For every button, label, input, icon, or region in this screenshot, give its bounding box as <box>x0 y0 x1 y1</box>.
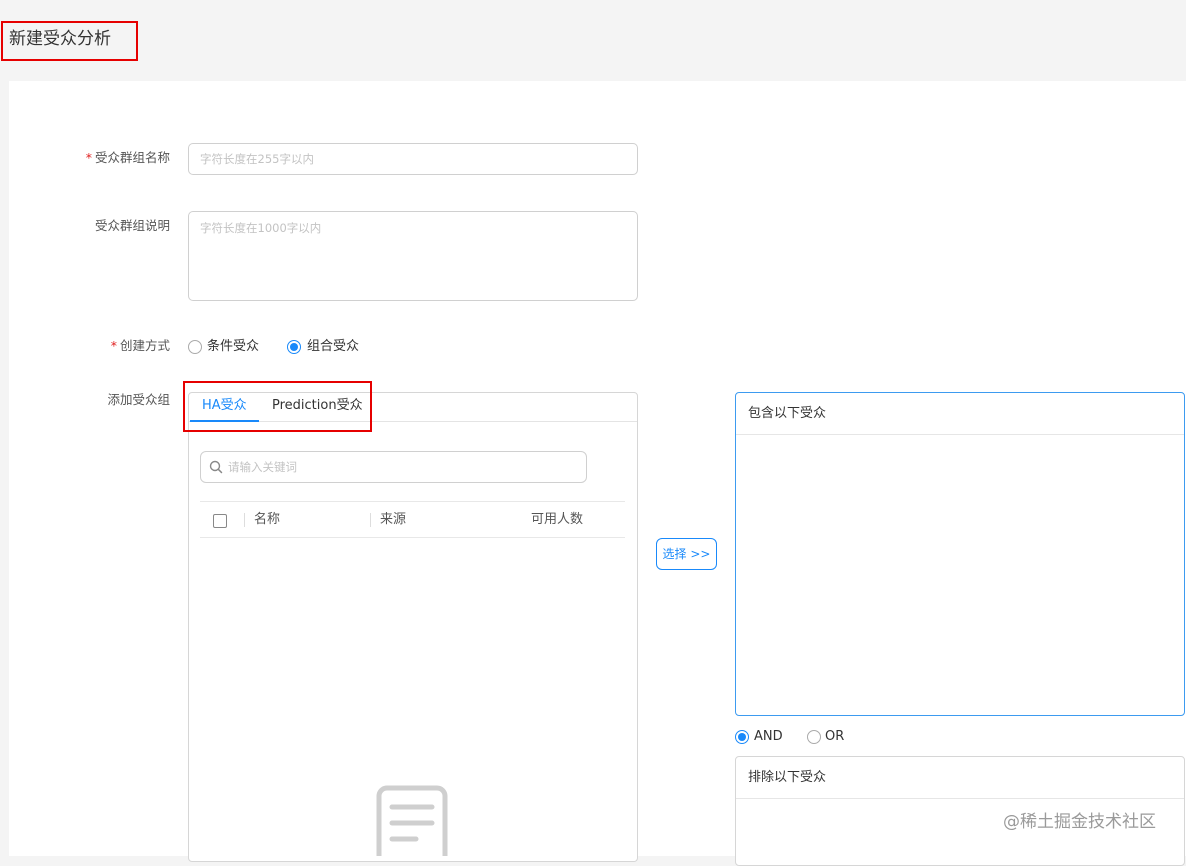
include-box-divider <box>736 434 1184 435</box>
search-input[interactable]: 请输入关键词 <box>200 451 587 483</box>
required-mark: * <box>85 150 92 165</box>
name-placeholder: 字符长度在255字以内 <box>200 152 314 166</box>
name-label: * 受众群组名称 <box>85 150 170 165</box>
method-combination-label[interactable]: 组合受众 <box>307 339 359 355</box>
column-header-available-count[interactable]: 可用人数 <box>531 512 583 528</box>
name-input[interactable]: 字符长度在255字以内 <box>188 143 638 175</box>
exclude-box-title: 排除以下受众 <box>748 770 827 785</box>
page-title: 新建受众分析 <box>9 29 111 49</box>
table-header-border <box>200 537 625 538</box>
description-label: 受众群组说明 <box>94 218 170 233</box>
table-top-border <box>200 501 625 502</box>
description-textarea[interactable]: 字符长度在1000字以内 <box>188 211 638 301</box>
method-radio-condition[interactable] <box>188 340 202 354</box>
select-all-checkbox[interactable] <box>213 514 227 528</box>
column-separator <box>370 513 371 527</box>
column-separator <box>244 513 245 527</box>
column-header-name[interactable]: 名称 <box>254 512 280 528</box>
search-icon <box>209 460 223 474</box>
exclude-box-divider <box>736 798 1184 799</box>
tabs-highlight-box <box>183 381 372 432</box>
method-label: * 创建方式 <box>110 338 170 353</box>
method-radio-combination[interactable] <box>287 340 301 354</box>
add-group-label: 添加受众组 <box>107 392 170 407</box>
logic-radio-or[interactable] <box>807 730 821 744</box>
include-audience-box <box>735 392 1185 716</box>
empty-document-icon <box>376 785 448 856</box>
search-placeholder: 请输入关键词 <box>228 460 297 474</box>
column-header-source[interactable]: 来源 <box>380 512 406 528</box>
select-button[interactable]: 选择 >> <box>656 538 717 570</box>
include-box-title: 包含以下受众 <box>748 406 827 421</box>
logic-radio-and[interactable] <box>735 730 749 744</box>
logic-and-label[interactable]: AND <box>754 729 783 745</box>
method-condition-label[interactable]: 条件受众 <box>207 339 259 355</box>
description-placeholder: 字符长度在1000字以内 <box>200 221 322 235</box>
logic-or-label[interactable]: OR <box>825 729 844 745</box>
watermark: @稀土掘金技术社区 <box>1003 812 1156 832</box>
